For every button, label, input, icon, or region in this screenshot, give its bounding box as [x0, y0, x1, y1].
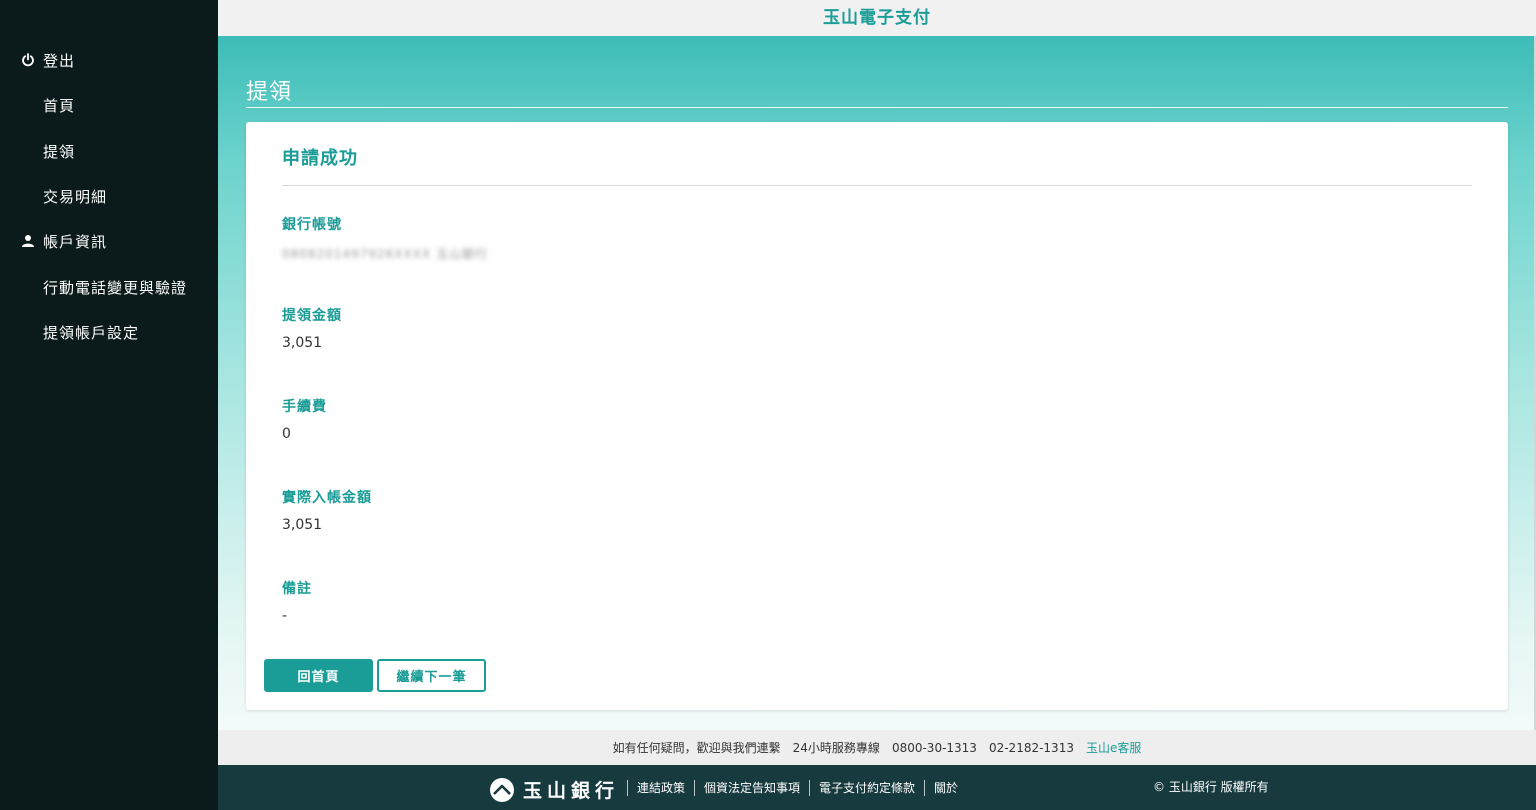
sidebar-item-account-info[interactable]: 帳戶資訊 — [20, 229, 107, 253]
result-card: 申請成功 銀行帳號 0808201497926XXXX 玉山銀行 提領金額 3,… — [246, 122, 1508, 710]
footer-link-policy[interactable]: 連結政策 — [637, 779, 685, 796]
withdraw-amount-label: 提領金額 — [282, 308, 342, 324]
sidebar-item-withdraw[interactable]: 提領 — [43, 139, 75, 163]
sidebar: 登出 首頁 提領 交易明細 帳戶資訊 行動電話變更與驗證 提領帳戶設定 — [0, 0, 218, 810]
divider — [246, 107, 1508, 108]
mountain-logo-icon — [490, 777, 514, 802]
sidebar-item-label: 提領帳戶設定 — [43, 323, 140, 342]
footer-link-privacy[interactable]: 個資法定告知事項 — [704, 779, 800, 796]
user-icon — [20, 233, 36, 249]
sidebar-item-home[interactable]: 首頁 — [43, 93, 75, 117]
withdraw-amount-value: 3,051 — [282, 335, 323, 351]
sidebar-item-label: 登出 — [43, 51, 76, 70]
sidebar-item-label: 交易明細 — [43, 187, 108, 206]
sidebar-item-label: 提領 — [43, 142, 76, 161]
app-title: 玉山電子支付 — [218, 0, 1536, 36]
hotline-phone-2: 02-2182-1313 — [988, 740, 1074, 755]
actual-amount-value: 3,051 — [282, 517, 323, 533]
divider — [282, 185, 1472, 186]
sidebar-item-logout[interactable]: 登出 — [20, 48, 75, 72]
footer-links: 連結政策 個資法定告知事項 電子支付約定條款 關於 — [618, 765, 958, 810]
bank-account-value: 0808201497926XXXX 玉山銀行 — [282, 247, 488, 261]
actual-amount-label: 實際入帳金額 — [282, 490, 372, 506]
sidebar-item-withdraw-account[interactable]: 提領帳戶設定 — [43, 320, 139, 344]
hotline-phone-1: 0800-30-1313 — [891, 740, 977, 755]
bank-logo-text: 玉山銀行 — [523, 780, 620, 802]
fee-value: 0 — [282, 426, 291, 442]
fee-label: 手續費 — [282, 399, 327, 415]
footer-link-terms[interactable]: 電子支付約定條款 — [819, 779, 915, 796]
footer-link-about[interactable]: 關於 — [934, 779, 958, 796]
divider — [924, 779, 926, 796]
sidebar-item-phone-verify[interactable]: 行動電話變更與驗證 — [43, 275, 187, 299]
footer: 玉山銀行 連結政策 個資法定告知事項 電子支付約定條款 關於 © 玉山銀行 版權… — [218, 765, 1536, 810]
remark-value: - — [282, 608, 288, 624]
content-area: 提領 申請成功 銀行帳號 0808201497926XXXX 玉山銀行 提領金額… — [218, 36, 1536, 730]
divider — [694, 779, 696, 796]
sidebar-item-transactions[interactable]: 交易明細 — [43, 184, 107, 208]
sidebar-item-label: 帳戶資訊 — [43, 232, 108, 251]
divider — [627, 779, 628, 796]
continue-next-button[interactable]: 繼續下一筆 — [377, 659, 486, 692]
contact-bar: 如有任何疑問，歡迎與我們連繫 24小時服務專線 0800-30-1313 02-… — [218, 730, 1536, 765]
remark-label: 備註 — [282, 581, 312, 597]
success-title: 申請成功 — [282, 148, 358, 169]
hotline-label: 24小時服務專線 — [792, 741, 880, 755]
contact-text: 如有任何疑問，歡迎與我們連繫 — [612, 741, 781, 755]
copyright: © 玉山銀行 版權所有 — [1153, 780, 1269, 794]
power-icon — [20, 52, 36, 68]
divider — [809, 779, 811, 796]
customer-service-link[interactable]: 玉山e客服 — [1086, 739, 1141, 756]
main-area: 玉山電子支付 提領 申請成功 銀行帳號 0808201497926XXXX 玉山… — [218, 0, 1536, 810]
sidebar-item-label: 首頁 — [43, 96, 76, 115]
bank-account-label: 銀行帳號 — [282, 217, 342, 233]
bank-logo: 玉山銀行 — [490, 776, 619, 803]
sidebar-item-label: 行動電話變更與驗證 — [43, 278, 188, 297]
back-home-button[interactable]: 回首頁 — [264, 659, 373, 692]
page-title: 提領 — [246, 80, 293, 105]
